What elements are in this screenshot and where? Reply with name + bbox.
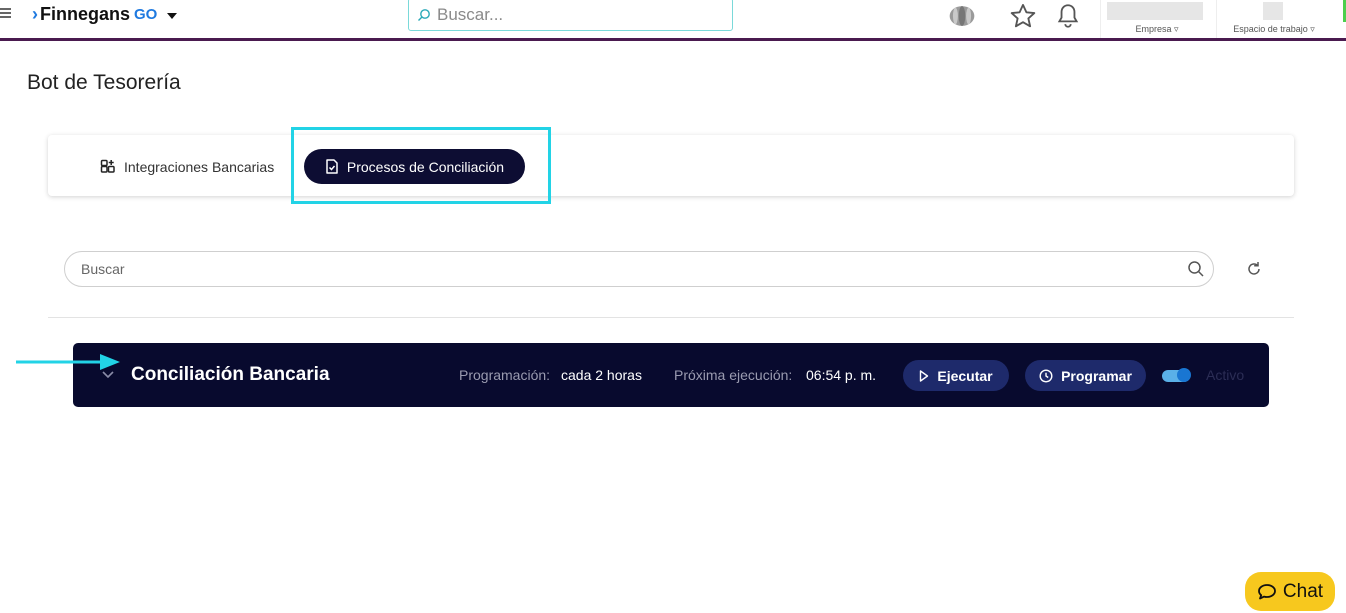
run-button-label: Ejecutar xyxy=(937,367,993,384)
schedule-value: cada 2 horas xyxy=(561,367,642,383)
workspace-selector[interactable]: Espacio de trabajo ▿ xyxy=(1216,0,1330,38)
schedule-label: Programación: xyxy=(459,367,551,383)
process-search[interactable] xyxy=(64,251,1214,287)
global-search-input[interactable] xyxy=(437,4,717,25)
section-divider xyxy=(48,317,1294,318)
schedule-button-label: Programar xyxy=(1061,367,1132,384)
app-logo[interactable]: › Finnegans GO xyxy=(32,3,178,25)
search-icon[interactable] xyxy=(1187,260,1205,278)
refresh-icon[interactable] xyxy=(1244,259,1264,279)
clock-icon xyxy=(1039,368,1053,383)
next-run-value: 06:54 p. m. xyxy=(806,367,877,383)
next-run-label: Próxima ejecución: xyxy=(674,367,793,383)
chat-bubble-icon xyxy=(1258,583,1276,599)
workspace-label: Espacio de trabajo ▿ xyxy=(1233,24,1315,34)
document-check-icon xyxy=(326,159,338,174)
chevron-down-icon[interactable] xyxy=(100,367,116,383)
company-selector[interactable]: Empresa ▿ xyxy=(1100,0,1212,38)
assistant-sphere-icon[interactable] xyxy=(948,2,976,30)
caret-down-icon[interactable] xyxy=(167,12,178,19)
run-button[interactable]: Ejecutar xyxy=(903,360,1009,391)
chat-button[interactable]: Chat xyxy=(1245,572,1335,611)
page-title: Bot de Tesorería xyxy=(27,71,181,94)
tab-procesos-conciliacion[interactable]: Procesos de Conciliación xyxy=(304,149,525,184)
play-icon xyxy=(920,369,929,382)
toggle-knob xyxy=(1177,368,1191,382)
grid-plus-icon xyxy=(100,159,115,173)
workspace-name-blurred xyxy=(1263,2,1283,20)
global-search[interactable] xyxy=(408,0,733,31)
active-toggle[interactable] xyxy=(1162,368,1191,382)
company-label: Empresa ▿ xyxy=(1135,24,1179,34)
logo-chevron-icon: › xyxy=(32,4,38,24)
schedule-button[interactable]: Programar xyxy=(1025,360,1146,391)
favorites-star-icon[interactable] xyxy=(1009,2,1037,30)
hamburger-menu-icon[interactable] xyxy=(0,6,12,20)
status-label: Activo xyxy=(1206,367,1245,383)
company-name-blurred xyxy=(1107,2,1203,20)
tab-integraciones-bancarias[interactable]: Integraciones Bancarias xyxy=(100,155,274,179)
tab-procesos-label: Procesos de Conciliación xyxy=(346,158,505,175)
logo-text: Finnegans xyxy=(40,3,131,24)
notifications-bell-icon[interactable] xyxy=(1054,2,1082,30)
search-icon xyxy=(418,8,430,21)
chat-label: Chat xyxy=(1282,580,1324,602)
top-bar: › Finnegans GO Empresa ▿ Espacio de trab… xyxy=(0,0,1346,38)
process-name: Conciliación Bancaria xyxy=(131,364,330,385)
logo-suffix: GO xyxy=(134,5,158,23)
header-divider xyxy=(0,38,1346,41)
process-search-input[interactable] xyxy=(81,261,1161,277)
tab-integraciones-label: Integraciones Bancarias xyxy=(124,159,275,175)
